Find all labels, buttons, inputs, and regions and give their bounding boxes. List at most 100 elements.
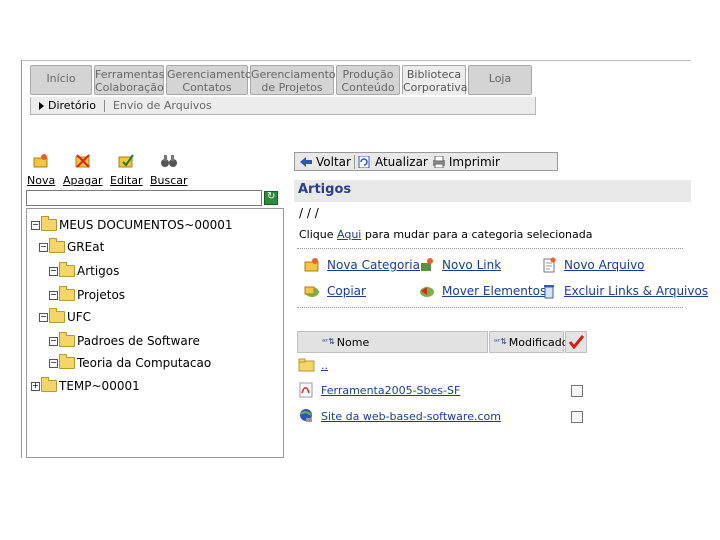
instruction-pre: Clique [299, 228, 334, 241]
tree-node-artigos[interactable]: − Artigos [49, 262, 119, 280]
tree-search-input[interactable] [26, 190, 262, 206]
tab-label-line1: Ferramentas [95, 68, 165, 81]
web-link-icon [300, 409, 312, 422]
delete-icon [75, 154, 90, 168]
collapse-icon[interactable]: − [49, 266, 58, 276]
tree-node-label: Teoria da Computacao [77, 356, 212, 370]
refresh-icon [358, 155, 370, 168]
tree-node-projetos[interactable]: − Projetos [49, 286, 125, 304]
tree-node-teoria[interactable]: − Teoria da Computacao [49, 354, 211, 372]
column-modified-label: Modificado [508, 335, 569, 349]
arrow-right-icon [39, 102, 44, 110]
edit-button[interactable]: Editar [110, 152, 143, 187]
checkmark-icon [568, 335, 584, 349]
folder-open-icon [59, 286, 75, 301]
tree-node-label: Artigos [77, 264, 120, 278]
folder-icon [41, 377, 57, 392]
refresh-button[interactable]: Atualizar [358, 155, 428, 169]
tab-label-line1: Produção [342, 68, 394, 81]
refresh-tree-button[interactable] [264, 191, 278, 205]
new-link-action[interactable]: Novo Link [418, 257, 501, 273]
folder-icon [298, 358, 315, 372]
folder-icon [59, 354, 75, 369]
tab-biblioteca-corporativa[interactable]: Biblioteca Corporativa [402, 65, 468, 95]
category-header-bar [294, 180, 691, 202]
tab-label-line1: Biblioteca [406, 68, 462, 81]
tree-node-label: UFC [67, 310, 92, 324]
copy-label: Copiar [327, 284, 366, 298]
collapse-icon[interactable]: − [49, 336, 58, 346]
delete-links-files-action[interactable]: Excluir Links & Arquivos [540, 283, 708, 299]
folder-icon [59, 332, 75, 347]
divider [297, 307, 683, 308]
new-button-label: Nova [27, 174, 56, 187]
delete-links-files-label: Excluir Links & Arquivos [564, 284, 709, 298]
print-button[interactable]: Imprimir [432, 155, 500, 169]
back-button-label: Voltar [316, 154, 351, 169]
tab-gerenciamento-projetos[interactable]: Gerenciamento de Projetos [250, 65, 336, 95]
binoculars-icon [160, 155, 177, 167]
row-checkbox[interactable] [571, 411, 583, 423]
trash-icon [544, 285, 554, 299]
tree-node-temp[interactable]: + TEMP~00001 [31, 377, 140, 395]
move-elements-action[interactable]: Mover Elementos [418, 283, 546, 299]
tree-node-label: MEUS DOCUMENTOS~00001 [59, 218, 233, 232]
back-button[interactable]: Voltar [299, 155, 351, 169]
tab-loja-label: Loja [488, 72, 512, 85]
parent-folder-link[interactable]: .. [321, 359, 328, 372]
new-file-label: Novo Arquivo [564, 258, 645, 272]
link-item[interactable]: Site da web-based-software.com [321, 410, 501, 423]
collapse-icon[interactable]: − [39, 312, 48, 322]
content-toolbar: Voltar Atualizar Imprimir [294, 152, 558, 171]
column-header-modified[interactable]: ᵃᶻ⇅ Modificado [489, 331, 568, 353]
copy-action[interactable]: Copiar [303, 283, 366, 299]
tab-gerenciamento-contatos[interactable]: Gerenciamento Contatos [166, 65, 252, 95]
tab-ferramentas-colaboracao[interactable]: Ferramentas Colaboração [94, 65, 164, 95]
sort-icon: ᵃᶻ⇅ [322, 337, 335, 346]
folder-tree: − MEUS DOCUMENTOS~00001 − GREat − Artigos −… [26, 208, 284, 458]
sort-icon: ᵃᶻ⇅ [494, 337, 507, 346]
tab-inicio-label: Início [46, 72, 76, 85]
delete-button-label: Apagar [63, 174, 103, 187]
table-row[interactable]: Site da web-based-software.com [298, 408, 501, 424]
category-title: Artigos [298, 182, 352, 197]
column-header-select[interactable] [565, 331, 587, 353]
tree-node-padroes[interactable]: − Padroes de Software [49, 332, 200, 350]
tab-producao-conteudo[interactable]: Produção Conteúdo [336, 65, 400, 95]
folder-open-icon [49, 308, 65, 323]
instruction-post: para mudar para a categoria selecionada [364, 228, 593, 241]
tab-label-line1: Gerenciamento [167, 68, 252, 81]
tab-loja[interactable]: Loja [468, 65, 532, 95]
change-category-link[interactable]: Aqui [337, 228, 361, 241]
tree-node-root[interactable]: − MEUS DOCUMENTOS~00001 [31, 216, 233, 234]
folder-open-icon [49, 238, 65, 253]
delete-button[interactable]: Apagar [63, 152, 103, 187]
search-button[interactable]: Buscar [150, 152, 188, 187]
table-row[interactable]: .. [298, 358, 328, 372]
subnav-upload-link[interactable]: Envio de Arquivos [113, 99, 212, 112]
collapse-icon[interactable]: − [39, 242, 48, 252]
tab-inicio[interactable]: Início [30, 65, 92, 95]
frame-left-border [21, 60, 22, 458]
collapse-icon[interactable]: − [49, 290, 58, 300]
tree-node-label: Projetos [77, 288, 126, 302]
row-checkbox[interactable] [571, 385, 583, 397]
collapse-icon[interactable]: − [49, 358, 58, 368]
column-header-name[interactable]: ᵃᶻ⇅ Nome [297, 331, 488, 353]
new-button[interactable]: Nova [27, 152, 55, 187]
new-file-action[interactable]: Novo Arquivo [540, 257, 645, 273]
subnav-directory-link[interactable]: Diretório [48, 99, 96, 112]
tree-node-great[interactable]: − GREat [39, 238, 104, 256]
tree-node-ufc[interactable]: − UFC [39, 308, 91, 326]
tab-label-line2: Contatos [182, 81, 232, 94]
new-category-action[interactable]: Nova Categoria [303, 257, 420, 273]
category-path: / / / [299, 206, 319, 220]
file-link[interactable]: Ferramenta2005-Sbes-SF [321, 384, 460, 397]
edit-icon [118, 154, 135, 168]
move-elements-label: Mover Elementos [442, 284, 547, 298]
table-row[interactable]: Ferramenta2005-Sbes-SF [298, 382, 460, 398]
collapse-icon[interactable]: − [31, 220, 40, 230]
expand-icon[interactable]: + [31, 381, 40, 391]
folder-open-icon [59, 262, 75, 277]
back-arrow-icon [300, 156, 312, 167]
